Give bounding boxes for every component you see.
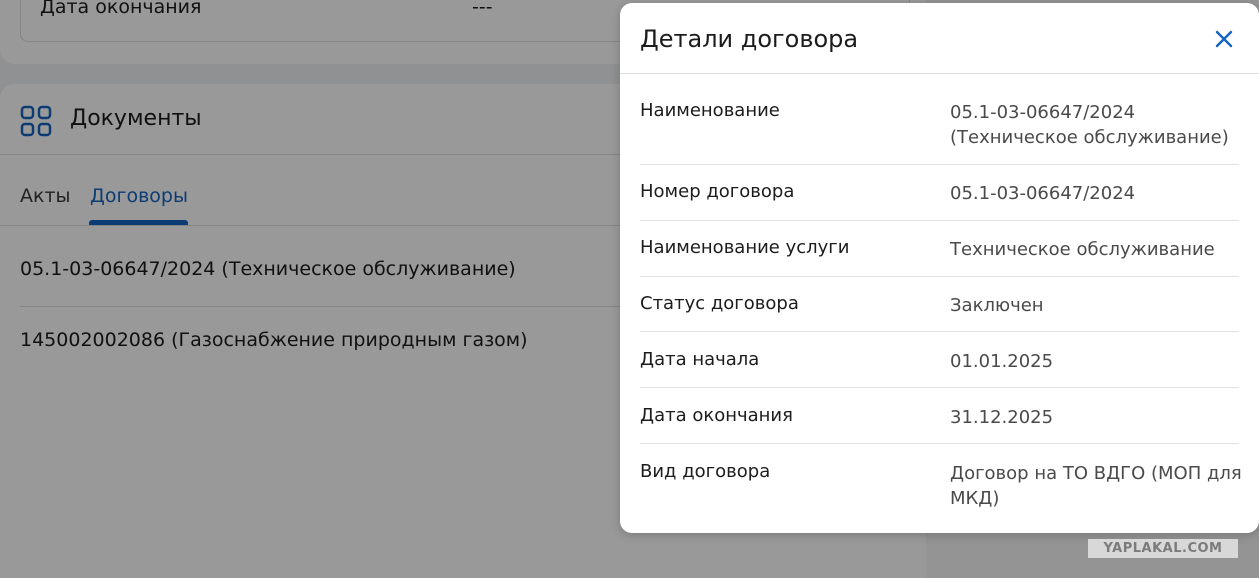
detail-label: Наименование xyxy=(640,100,780,121)
detail-label: Наименование услуги xyxy=(640,237,850,258)
detail-value: Заключен xyxy=(950,295,1044,316)
dialog-header: Детали договора xyxy=(620,3,1259,74)
detail-value: Техническое обслуживание xyxy=(950,239,1215,260)
watermark-logo: YAPLAKAL.COM xyxy=(1088,539,1238,558)
close-icon[interactable] xyxy=(1212,27,1236,51)
detail-value: 01.01.2025 xyxy=(950,351,1054,372)
dialog-title: Детали договора xyxy=(640,25,859,53)
detail-value: 05.1-03-06647/2024 xyxy=(950,183,1136,204)
detail-value: 31.12.2025 xyxy=(950,407,1054,428)
detail-value: 05.1-03-06647/2024 (Техническое обслужив… xyxy=(950,102,1229,148)
detail-label: Дата начала xyxy=(640,349,760,370)
row-divider xyxy=(640,387,1239,388)
row-divider xyxy=(640,220,1239,221)
detail-label: Статус договора xyxy=(640,293,799,314)
detail-label: Номер договора xyxy=(640,181,795,202)
row-divider xyxy=(640,276,1239,277)
row-divider xyxy=(640,164,1239,165)
row-divider xyxy=(640,443,1239,444)
detail-label: Дата окончания xyxy=(640,405,793,426)
detail-value: Договор на ТО ВДГО (МОП для МКД) xyxy=(950,463,1242,509)
contract-details-dialog: Детали договора Наименование 05.1-03-066… xyxy=(620,3,1259,533)
detail-label: Вид договора xyxy=(640,461,771,482)
row-divider xyxy=(640,331,1239,332)
